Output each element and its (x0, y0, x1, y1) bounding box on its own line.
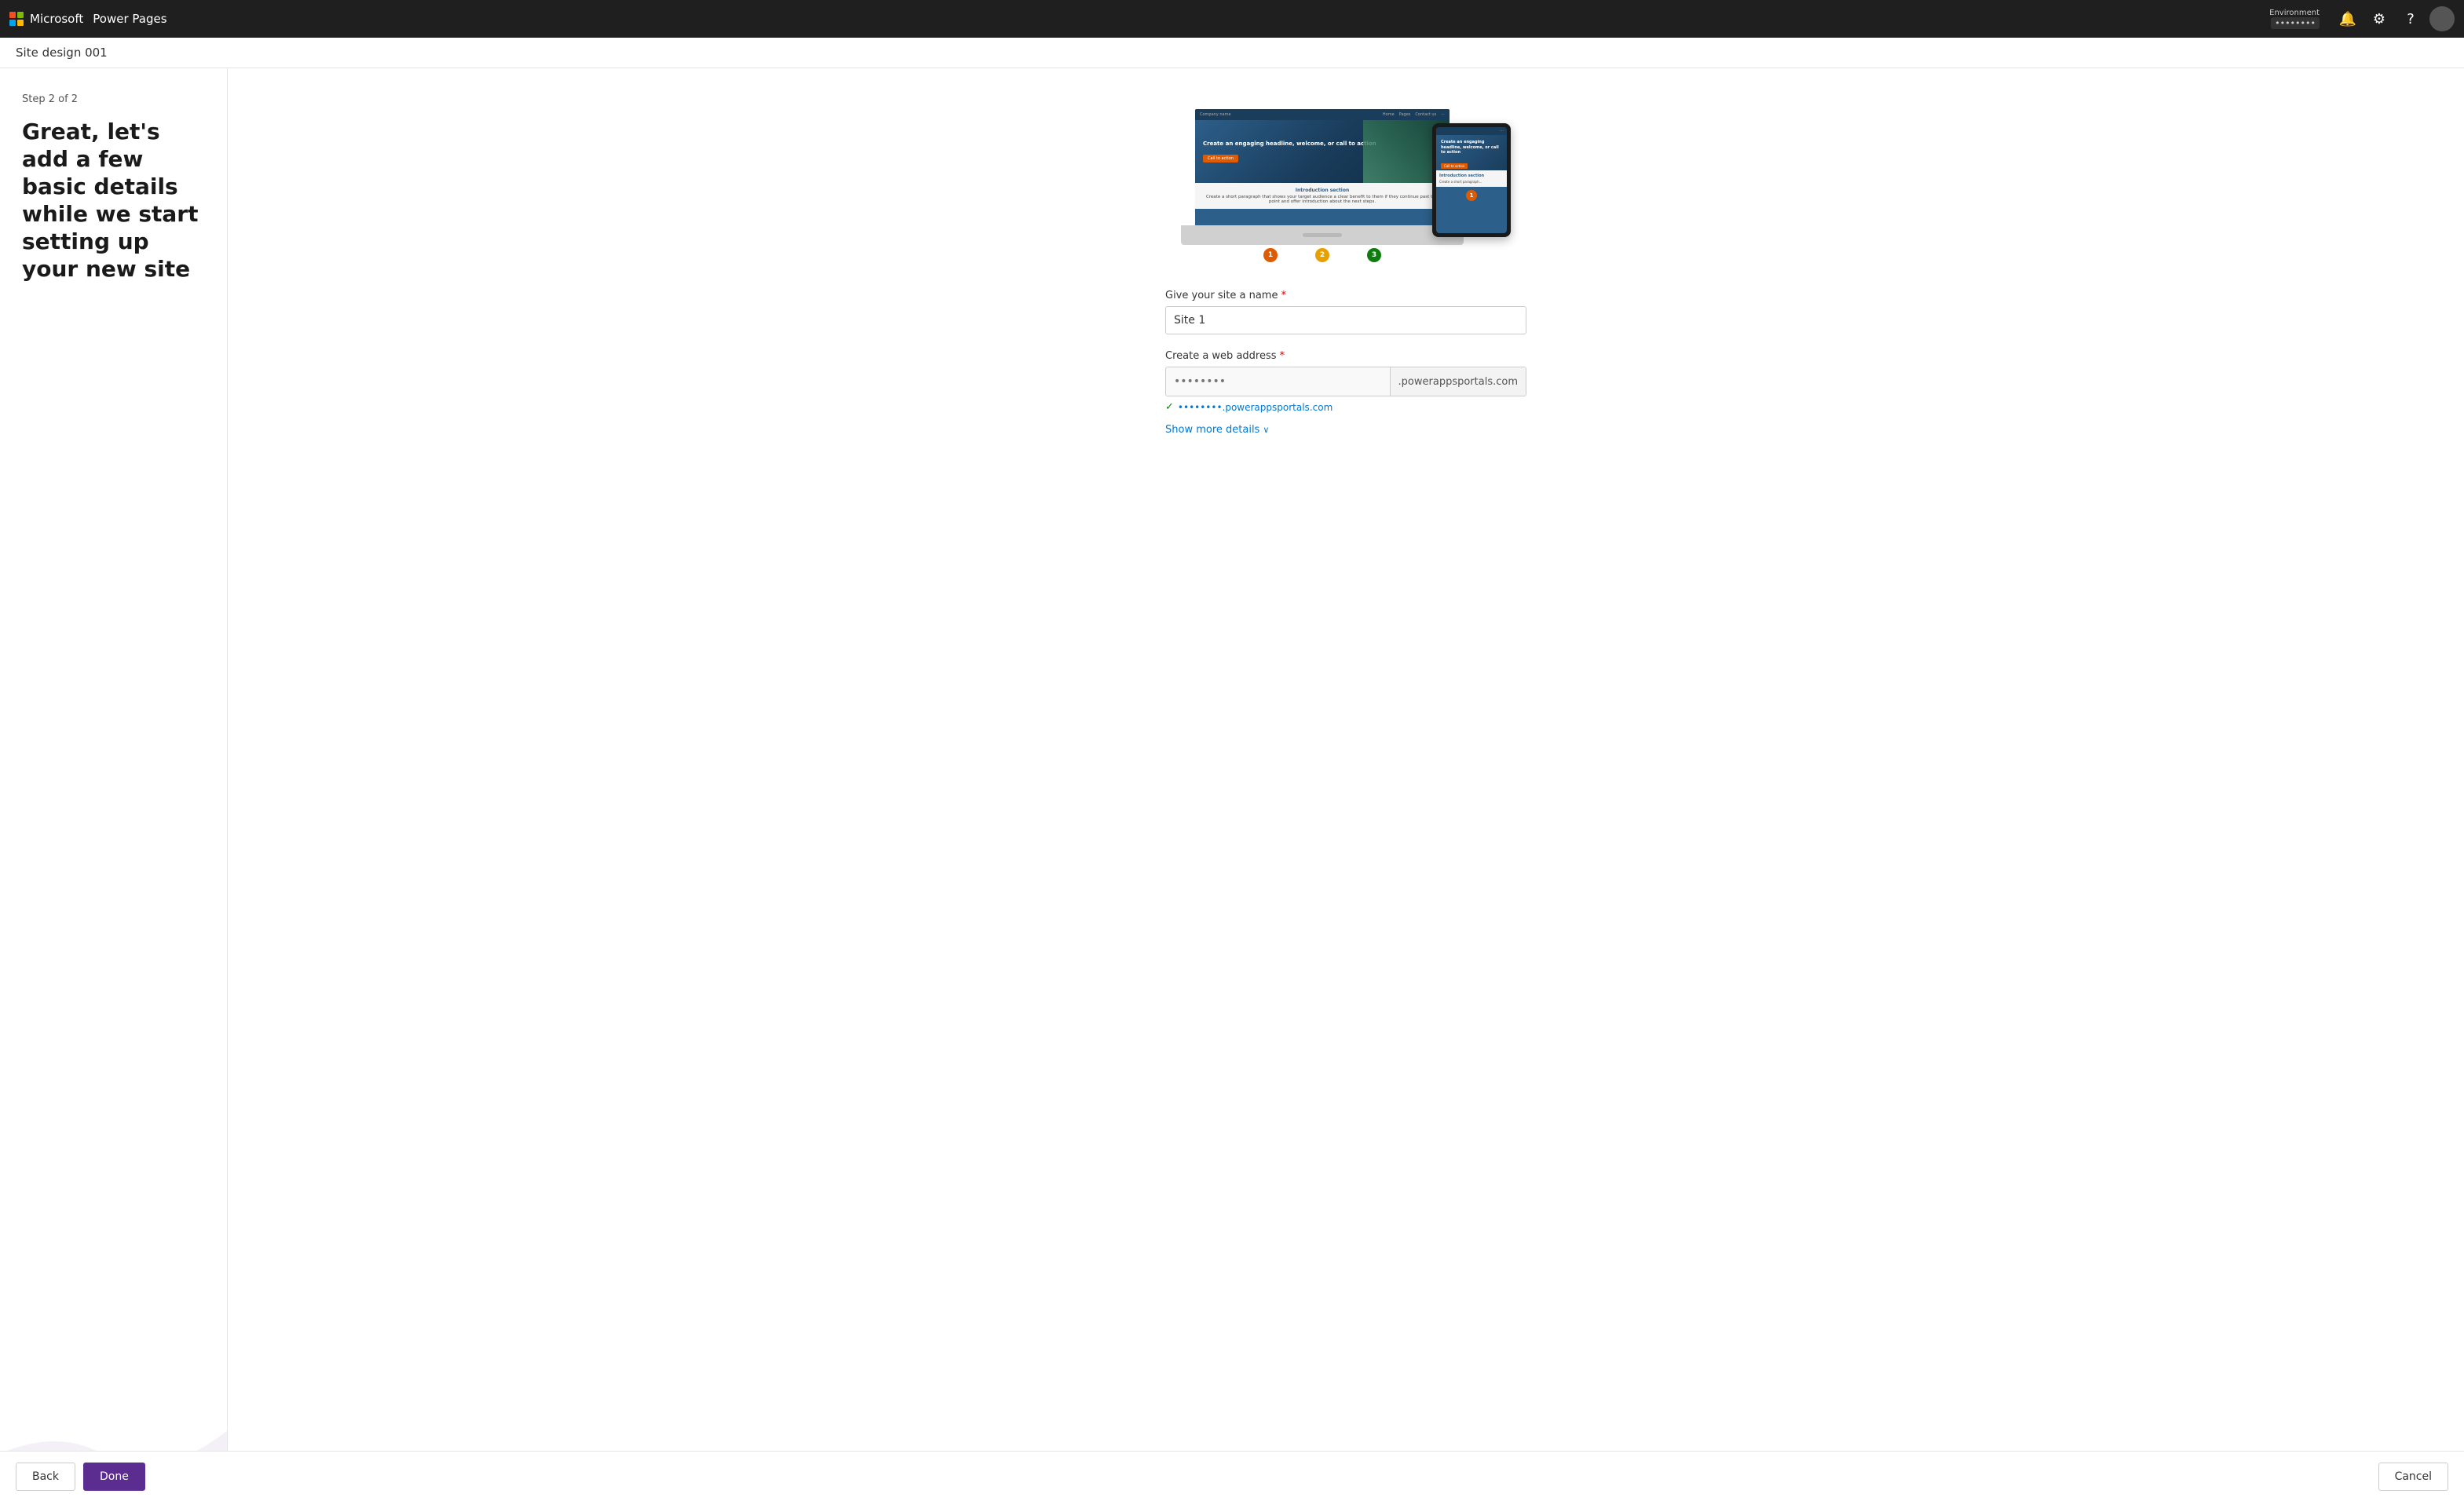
cancel-button[interactable]: Cancel (2378, 1463, 2448, 1491)
laptop-mockup: Company name HomePagesContact us··· Crea… (1181, 100, 1464, 265)
done-button[interactable]: Done (83, 1463, 145, 1491)
web-address-row: .powerappsportals.com (1165, 367, 1526, 396)
environment-name: •••••••• (2271, 17, 2320, 29)
content-area: Company name HomePagesContact us··· Crea… (228, 68, 2464, 1501)
microsoft-grid-icon (9, 12, 24, 26)
notification-icon[interactable]: 🔔 (2335, 6, 2360, 31)
sidebar-heading: Great, let's add a few basic details whi… (22, 118, 205, 283)
web-address-group: Create a web address * .powerappsportals… (1165, 350, 1526, 436)
laptop-cta-button: Call to action (1203, 155, 1238, 163)
main-area: Step 2 of 2 Great, let's add a few basic… (0, 68, 2464, 1501)
laptop-screen: Company name HomePagesContact us··· Crea… (1195, 109, 1450, 243)
laptop-hero-text: Create an engaging headline, welcome, or… (1203, 141, 1376, 148)
mobile-hero-section: Create an engaging headline, welcome, or… (1436, 135, 1507, 170)
environment-selector[interactable]: Environment •••••••• (2269, 9, 2320, 29)
step-indicator: Step 2 of 2 (22, 93, 205, 105)
web-address-input[interactable] (1166, 367, 1390, 396)
page-title: Site design 001 (16, 46, 108, 60)
back-button[interactable]: Back (16, 1463, 75, 1491)
user-avatar[interactable] (2429, 6, 2455, 31)
site-name-input[interactable] (1165, 306, 1526, 334)
site-preview: Company name HomePagesContact us··· Crea… (1181, 100, 1511, 265)
mobile-intro-section: Introduction section Create a short para… (1436, 170, 1507, 187)
mobile-hero-text: Create an engaging headline, welcome, or… (1441, 140, 1502, 155)
footer: Back Done Cancel (0, 1451, 2464, 1501)
badge-3: 3 (1367, 248, 1381, 262)
web-address-label: Create a web address * (1165, 350, 1526, 362)
validation-url: ••••••••.powerappsportals.com (1178, 402, 1333, 413)
validation-row: ✓ ••••••••.powerappsportals.com (1165, 401, 1526, 413)
web-address-required: * (1280, 350, 1285, 362)
app-logo[interactable]: Microsoft (9, 12, 83, 26)
mobile-intro-title: Introduction section (1439, 173, 1504, 178)
badge-1: 1 (1263, 248, 1278, 262)
show-more-button[interactable]: Show more details ∨ (1165, 424, 1526, 436)
laptop-intro-text: Create a short paragraph that shows your… (1203, 195, 1442, 204)
brand-name: Microsoft (30, 12, 83, 26)
setup-form: Give your site a name * Create a web add… (1165, 290, 1526, 451)
badge-2: 2 (1315, 248, 1329, 262)
chevron-down-icon: ∨ (1263, 425, 1269, 435)
mobile-screen: ··· Create an engaging headline, welcome… (1436, 127, 1507, 233)
laptop-intro-title: Introduction section (1203, 188, 1442, 193)
environment-label: Environment (2269, 9, 2320, 17)
show-more-label: Show more details (1165, 424, 1259, 436)
web-address-suffix: .powerappsportals.com (1390, 367, 1526, 396)
sidebar: Step 2 of 2 Great, let's add a few basic… (0, 68, 228, 1501)
mobile-cta-button: Call to action (1441, 163, 1468, 169)
site-name-required: * (1281, 290, 1287, 301)
page-header: Site design 001 (0, 38, 2464, 68)
laptop-nav-bar: Company name HomePagesContact us··· (1195, 109, 1450, 120)
laptop-hero-section: Create an engaging headline, welcome, or… (1195, 120, 1450, 183)
site-name-group: Give your site a name * (1165, 290, 1526, 334)
mobile-mockup: ··· Create an engaging headline, welcome… (1432, 123, 1511, 237)
laptop-intro-section: Introduction section Create a short para… (1195, 183, 1450, 209)
top-nav-icons: 🔔 ⚙ ? (2335, 6, 2455, 31)
site-name-label: Give your site a name * (1165, 290, 1526, 301)
help-icon[interactable]: ? (2398, 6, 2423, 31)
mobile-nav-bar: ··· (1436, 127, 1507, 135)
validation-check-icon: ✓ (1165, 401, 1174, 413)
mobile-badge-1: 1 (1466, 190, 1477, 201)
settings-icon[interactable]: ⚙ (2367, 6, 2392, 31)
top-navigation: Microsoft Power Pages Environment ••••••… (0, 0, 2464, 38)
app-name: Power Pages (93, 12, 166, 26)
feature-badges: 1 2 3 (1181, 248, 1464, 262)
mobile-intro-text: Create a short paragraph... (1439, 180, 1504, 184)
